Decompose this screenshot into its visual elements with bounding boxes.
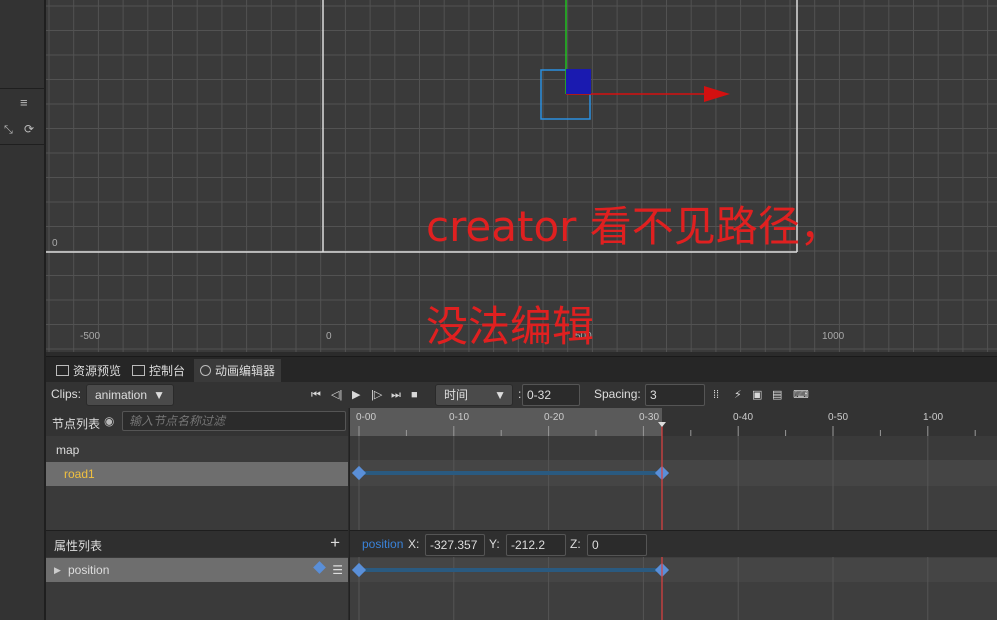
x-label: X: (408, 537, 420, 551)
tab-animation-editor[interactable]: 动画编辑器 (194, 359, 282, 383)
property-list-title: 属性列表 (54, 539, 103, 553)
current-time-input[interactable]: 0-32 (522, 384, 580, 406)
time-mode-value: 时间 (444, 388, 469, 402)
timeline-panel[interactable]: 0-00 0-10 0-20 0-30 0-40 0-50 1-00 posit… (349, 408, 997, 620)
hamburger-icon[interactable]: ≡ (20, 96, 28, 110)
tick-label: 0-30 (639, 412, 660, 423)
position-x-input[interactable]: -327.357 (425, 534, 485, 556)
position-z-input[interactable]: 0 (587, 534, 647, 556)
red-annotation: creator 看不见路径， 没法编辑 (426, 152, 842, 352)
stop-icon[interactable]: ■ (411, 388, 418, 402)
next-frame-icon[interactable]: |▷ (371, 388, 382, 402)
grid-icon[interactable]: ⁞⁞ (713, 388, 719, 402)
tab-label: 资源预览 (73, 364, 122, 378)
event-icon[interactable]: ⚡ (734, 388, 742, 402)
jump-to-end-icon[interactable]: ⏭ (391, 388, 401, 402)
z-label: Z: (570, 537, 581, 551)
annotation-line: 没法编辑 (426, 302, 595, 351)
node-list-panel: 节点列表 ◉ map road1 属性列表 + ▶ position ☰ (46, 408, 348, 620)
node-row-road1[interactable]: road1 (46, 462, 348, 486)
tab-label: 动画编辑器 (215, 364, 276, 378)
tick-label: 0-20 (544, 412, 565, 423)
left-sidebar: ≡ ⤡ ⟳ (0, 0, 46, 620)
chevron-down-icon: ▼ (153, 388, 165, 402)
gizmo-center (566, 69, 591, 94)
tick-label: 0-00 (356, 412, 377, 423)
save-icon[interactable]: ▣ (752, 388, 762, 402)
timeline-tracks (350, 408, 997, 620)
property-editor-name: position (362, 537, 404, 551)
tab-label: 控制台 (149, 364, 186, 378)
annotation-line: creator 看不见路径， (426, 202, 842, 251)
time-colon: : (518, 387, 522, 401)
property-name: position (68, 563, 110, 577)
console-icon (132, 365, 145, 376)
chevron-down-icon: ▼ (494, 388, 506, 402)
caret-right-icon[interactable]: ▶ (54, 558, 61, 582)
node-filter-input[interactable] (122, 411, 346, 431)
collapse-icon[interactable]: ⤡ (4, 123, 13, 137)
panel-tab-bar: 资源预览 控制台 动画编辑器 (46, 356, 997, 383)
node-name: road1 (64, 467, 95, 481)
tab-assets-preview[interactable]: 资源预览 (50, 359, 127, 383)
animation-icon (200, 365, 211, 376)
clip-settings-icon[interactable]: ▤ (772, 388, 782, 402)
timeline-ruler-range (350, 408, 662, 436)
refresh-icon[interactable]: ⟳ (24, 122, 34, 136)
tab-console[interactable]: 控制台 (126, 359, 191, 383)
sidebar-divider (0, 144, 44, 145)
tick-label: 0-40 (733, 412, 754, 423)
clip-select-value: animation (95, 388, 148, 402)
node-row-map[interactable]: map (46, 438, 348, 462)
spacing-input[interactable]: 3 (645, 384, 705, 406)
ruler-y-label: 0 (52, 238, 58, 249)
position-y-input[interactable]: -212.2 (506, 534, 566, 556)
add-keyframe-icon[interactable] (313, 561, 326, 574)
clip-select[interactable]: animation ▼ (86, 384, 174, 406)
jump-to-start-icon[interactable]: ⏮ (311, 388, 321, 402)
clips-label: Clips: (51, 387, 82, 401)
keyboard-icon[interactable]: ⌨ (793, 388, 809, 402)
spacing-label: Spacing: (594, 387, 641, 401)
tick-label: 0-50 (828, 412, 849, 423)
property-list-header: 属性列表 + (46, 530, 348, 557)
property-row-position[interactable]: ▶ position ☰ (46, 558, 348, 582)
animation-toolbar: Clips: animation ▼ ⏮ ◁| ▶ |▷ ⏭ ■ 时间 ▼ : … (46, 382, 997, 408)
menu-icon[interactable]: ☰ (332, 558, 343, 582)
gizmo-x-arrow (704, 86, 730, 102)
prev-frame-icon[interactable]: ◁| (331, 388, 342, 402)
node-list-header: 节点列表 ◉ (46, 408, 348, 436)
folder-icon (56, 365, 69, 376)
play-icon[interactable]: ▶ (352, 388, 360, 402)
scene-view[interactable]: -500 0 500 1000 0 creator 看不见路径， 没法编辑 (46, 0, 997, 352)
track-row-map (350, 436, 997, 460)
eye-icon[interactable]: ◉ (104, 414, 114, 428)
node-list-title: 节点列表 (52, 417, 101, 431)
sidebar-divider (0, 88, 44, 89)
tick-label: 0-10 (449, 412, 470, 423)
ruler-x-label: 0 (326, 331, 332, 342)
property-editor: position X: -327.357 Y: -212.2 Z: 0 (350, 530, 997, 557)
time-mode-select[interactable]: 时间 ▼ (435, 384, 513, 406)
y-label: Y: (489, 537, 500, 551)
ruler-x-label: -500 (80, 331, 101, 342)
tick-label: 1-00 (923, 412, 944, 423)
add-property-button[interactable]: + (330, 533, 340, 553)
node-name: map (56, 443, 80, 457)
